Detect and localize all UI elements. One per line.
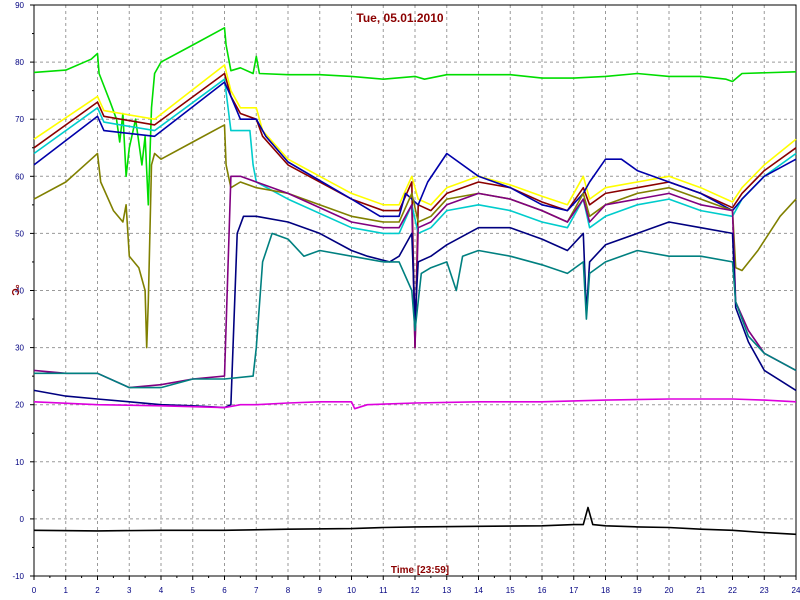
y-tick-label: 30 <box>15 344 24 353</box>
y-tick-label: -10 <box>12 572 24 581</box>
x-tick-label: 22 <box>728 586 737 595</box>
x-tick-label: 1 <box>64 586 69 595</box>
y-tick-label: 80 <box>15 58 24 67</box>
y-tick-label: 0 <box>20 515 25 524</box>
x-tick-label: 13 <box>442 586 451 595</box>
y-tick-label: 90 <box>15 1 24 10</box>
chart-title: Tue, 05.01.2010 <box>356 11 443 25</box>
x-tick-label: 18 <box>601 586 610 595</box>
x-tick-label: 0 <box>32 586 37 595</box>
x-tick-label: 24 <box>792 586 800 595</box>
x-tick-label: 12 <box>411 586 420 595</box>
x-tick-label: 3 <box>127 586 132 595</box>
y-axis-label: °C <box>9 284 20 295</box>
x-tick-label: 15 <box>506 586 515 595</box>
x-tick-label: 6 <box>222 586 227 595</box>
x-tick-label: 11 <box>379 586 388 595</box>
x-tick-label: 8 <box>286 586 291 595</box>
x-tick-label: 7 <box>254 586 259 595</box>
x-axis-label: Time [23:59] <box>391 565 449 576</box>
x-tick-label: 17 <box>569 586 578 595</box>
line-chart: 0 1 2 3 4 5 6 7 8 9 10 11 12 13 14 15 16 17 18 19 20 21 22 23 24… <box>0 0 800 600</box>
x-tick-label: 9 <box>318 586 323 595</box>
x-tick-label: 10 <box>347 586 356 595</box>
x-tick-label: 23 <box>760 586 769 595</box>
y-tick-label: 60 <box>15 172 24 181</box>
plot-background <box>0 0 800 600</box>
y-tick-label: 70 <box>15 115 24 124</box>
x-tick-label: 5 <box>191 586 196 595</box>
x-tick-label: 16 <box>538 586 547 595</box>
y-tick-label: 20 <box>15 401 24 410</box>
x-tick-label: 21 <box>696 586 705 595</box>
x-tick-label: 2 <box>95 586 100 595</box>
x-tick-label: 19 <box>633 586 642 595</box>
y-tick-label: 50 <box>15 229 24 238</box>
x-tick-label: 14 <box>474 586 483 595</box>
x-tick-label: 20 <box>665 586 674 595</box>
x-tick-label: 4 <box>159 586 164 595</box>
y-tick-label: 10 <box>15 458 24 467</box>
